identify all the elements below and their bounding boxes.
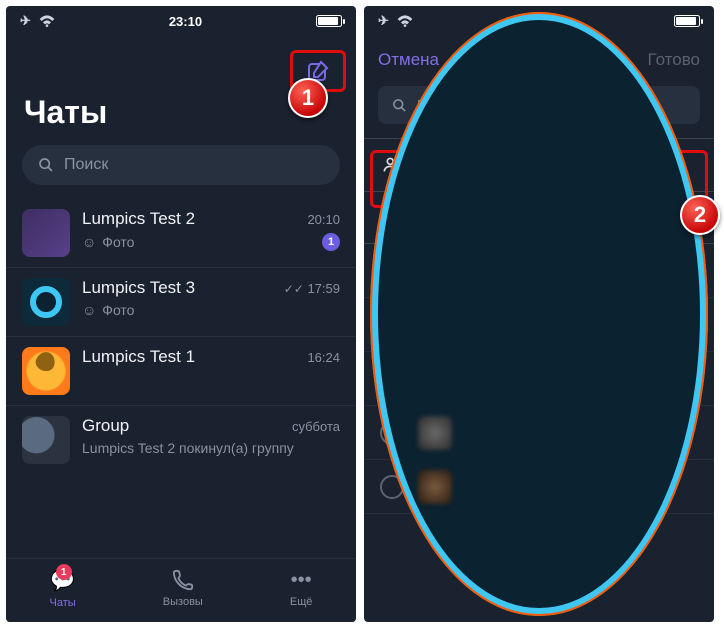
airplane-icon: ✈ — [20, 13, 31, 29]
avatar — [22, 278, 70, 326]
wifi-icon — [39, 15, 55, 27]
done-button[interactable]: Готово — [648, 50, 701, 70]
step-marker-1: 1 — [288, 78, 328, 118]
contact-row[interactable]: Lumpics Test 3 — [364, 352, 714, 406]
tab-more[interactable]: ••• Ещё — [290, 569, 313, 608]
tab-badge: 1 — [56, 564, 72, 580]
chat-time: 20:10 — [307, 212, 340, 227]
more-icon: ••• — [291, 569, 312, 592]
contact-list: Lumpics Test 1 Lumpics Test 2 Lumpics Te… — [364, 244, 714, 514]
battery-icon — [316, 15, 342, 27]
chat-time: ✓✓ 17:59 — [284, 281, 340, 296]
chat-list: Lumpics Test 2 20:10 ☺ Фото 1 — [6, 199, 356, 474]
chat-row[interactable]: Lumpics Test 2 20:10 ☺ Фото 1 — [6, 199, 356, 267]
step-marker-2: 2 — [680, 195, 720, 235]
smiley-icon: ☺ — [82, 302, 96, 318]
read-checks-icon: ✓✓ — [284, 282, 304, 296]
battery-icon — [674, 15, 700, 27]
status-bar: ✈ 23:10 — [6, 6, 356, 36]
tab-label: Вызовы — [163, 596, 203, 608]
avatar — [22, 347, 70, 395]
search-input[interactable]: Поиск — [22, 145, 340, 185]
chat-time: суббота — [292, 419, 340, 434]
chat-name: Lumpics Test 2 — [82, 209, 195, 229]
tab-label: Чаты — [50, 597, 76, 609]
phone-icon — [172, 570, 194, 592]
airplane-icon: ✈ — [378, 13, 389, 29]
tab-bar: 💬 1 Чаты Вызовы ••• Ещё — [6, 558, 356, 622]
status-time: 23:10 — [169, 14, 202, 29]
unread-badge: 1 — [322, 233, 340, 251]
search-icon — [38, 157, 54, 173]
chat-name: Lumpics Test 1 — [82, 347, 195, 367]
tab-label: Ещё — [290, 596, 313, 608]
wifi-icon — [397, 15, 413, 27]
tab-chats[interactable]: 💬 1 Чаты — [50, 568, 76, 609]
chat-preview: ☺ Фото — [82, 302, 134, 318]
chat-preview: Lumpics Test 2 покинул(а) группу — [82, 440, 294, 456]
chat-preview: ☺ Фото — [82, 234, 134, 250]
avatar — [418, 470, 452, 504]
avatar — [418, 416, 452, 450]
smiley-icon: ☺ — [82, 234, 96, 250]
chat-name: Lumpics Test 3 — [82, 278, 195, 298]
screen-select-contacts: ✈ 23:10 Отмена Выбрать контакты Готово П… — [364, 6, 714, 622]
chat-row[interactable]: Lumpics Test 3 ✓✓ 17:59 ☺ Фото — [6, 267, 356, 336]
chat-row[interactable]: Lumpics Test 1 16:24 — [6, 336, 356, 405]
chat-row[interactable]: Group суббота Lumpics Test 2 покинул(а) … — [6, 405, 356, 474]
avatar — [22, 209, 70, 257]
search-icon — [392, 98, 407, 113]
avatar — [418, 362, 452, 396]
cancel-button[interactable]: Отмена — [378, 50, 439, 70]
avatar — [22, 416, 70, 464]
tab-calls[interactable]: Вызовы — [163, 570, 203, 608]
chat-time: 16:24 — [307, 350, 340, 365]
search-placeholder: Поиск — [64, 156, 108, 174]
chat-name: Group — [82, 416, 129, 436]
